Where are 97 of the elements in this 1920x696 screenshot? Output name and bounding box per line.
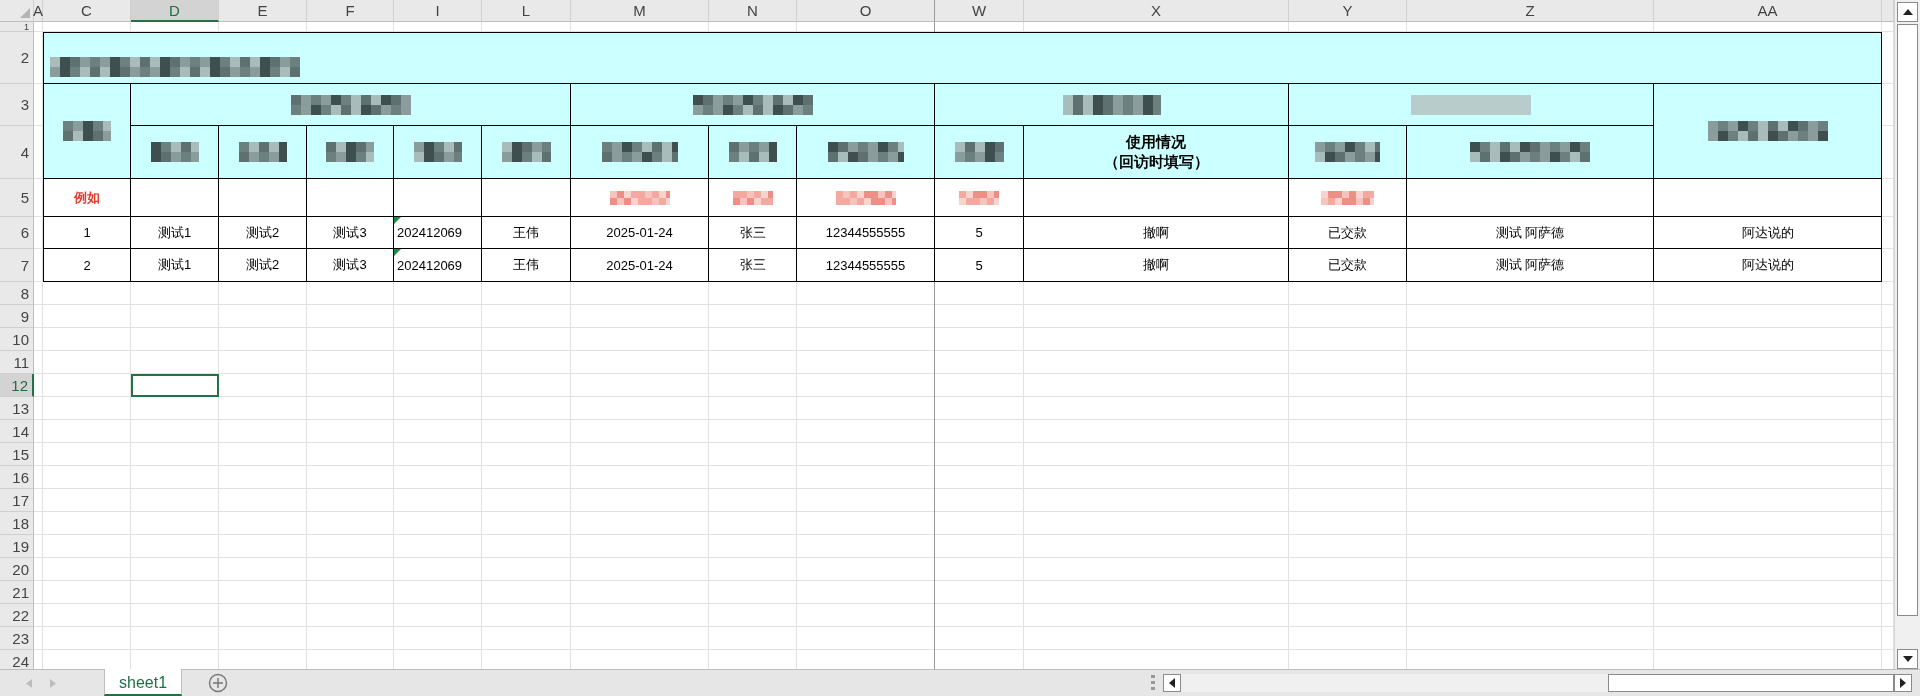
blurred-text bbox=[326, 142, 374, 162]
table-cell: 已交款 bbox=[1328, 256, 1367, 274]
column-header[interactable]: Z bbox=[1407, 0, 1654, 22]
blurred-text bbox=[1315, 142, 1380, 162]
row-header[interactable]: 20 bbox=[0, 558, 34, 581]
table-cell: 测试1 bbox=[157, 223, 192, 242]
header-text: 使用情况 bbox=[1126, 131, 1186, 152]
row-header[interactable]: 18 bbox=[0, 512, 34, 535]
column-header[interactable]: AA bbox=[1654, 0, 1882, 22]
row-header[interactable]: 10 bbox=[0, 328, 34, 351]
row-header[interactable]: 4 bbox=[0, 126, 34, 179]
blurred-text bbox=[413, 142, 462, 162]
table-cell: 王伟 bbox=[513, 256, 539, 274]
column-header[interactable]: Y bbox=[1289, 0, 1407, 22]
splitter-handle-icon[interactable] bbox=[1151, 675, 1155, 691]
row-header[interactable]: 13 bbox=[0, 397, 34, 420]
table-cell: 阿达说的 bbox=[1741, 256, 1794, 274]
column-header[interactable]: D bbox=[131, 0, 219, 22]
table-cell: 测试3 bbox=[333, 223, 367, 242]
blurred-text bbox=[1321, 190, 1374, 205]
blurred-text bbox=[63, 121, 111, 141]
sheet-tab[interactable]: sheet1 bbox=[104, 669, 183, 696]
row-header[interactable]: 19 bbox=[0, 535, 34, 558]
scroll-down-button[interactable] bbox=[1897, 649, 1918, 669]
column-header[interactable]: F bbox=[307, 0, 394, 22]
row-header[interactable]: 7 bbox=[0, 249, 34, 282]
column-header[interactable]: M bbox=[571, 0, 709, 22]
scroll-thumb[interactable] bbox=[1608, 674, 1894, 692]
row-header[interactable]: 17 bbox=[0, 489, 34, 512]
row-header[interactable]: 3 bbox=[0, 84, 34, 126]
table-cell: 阿达说的 bbox=[1741, 223, 1794, 242]
table-cell: 测试2 bbox=[245, 256, 280, 274]
row-header[interactable]: 11 bbox=[0, 351, 34, 374]
blurred-text bbox=[150, 142, 199, 162]
table-cell: 测试1 bbox=[157, 256, 192, 274]
table-cell: 测试 阿萨德 bbox=[1495, 223, 1565, 242]
table-cell: 撤啊 bbox=[1143, 256, 1169, 274]
blurred-text bbox=[728, 142, 777, 162]
table-cell: 测试 阿萨德 bbox=[1495, 256, 1565, 274]
caret-left-icon bbox=[1169, 678, 1175, 688]
scroll-left-button[interactable] bbox=[1163, 674, 1181, 692]
caret-up-icon bbox=[1902, 9, 1913, 15]
table-cell: 12344555555 bbox=[825, 225, 906, 240]
row-header[interactable]: 24 bbox=[0, 650, 34, 669]
column-header[interactable]: O bbox=[797, 0, 935, 22]
row-header[interactable]: 2 bbox=[0, 32, 34, 84]
example-label: 例如 bbox=[74, 188, 100, 207]
row-header[interactable]: 8 bbox=[0, 282, 34, 305]
column-header[interactable]: N bbox=[709, 0, 797, 22]
header-text: （回访时填写） bbox=[1103, 152, 1209, 172]
table-cell: 张三 bbox=[739, 223, 766, 242]
blurred-text bbox=[959, 190, 999, 205]
table-cell: 1 bbox=[83, 225, 91, 240]
table-cell: 5 bbox=[975, 257, 983, 273]
blurred-text bbox=[238, 142, 287, 162]
column-header[interactable]: W bbox=[935, 0, 1024, 22]
scroll-thumb[interactable] bbox=[1897, 24, 1918, 616]
table-cell: 测试3 bbox=[333, 256, 367, 274]
table-cell: 12344555555 bbox=[825, 257, 906, 273]
table-cell: 5 bbox=[975, 225, 983, 240]
scroll-right-button[interactable] bbox=[1894, 674, 1912, 692]
blurred-text bbox=[732, 190, 773, 205]
add-sheet-icon[interactable] bbox=[208, 673, 229, 693]
table-cell: 已交款 bbox=[1328, 223, 1367, 242]
row-header[interactable]: 1 bbox=[0, 22, 34, 32]
table-cell: 测试2 bbox=[245, 223, 280, 242]
column-header[interactable]: C bbox=[43, 0, 131, 22]
column-header[interactable]: E bbox=[219, 0, 307, 22]
table-cell: 2025-01-24 bbox=[606, 257, 673, 273]
table-cell: 王伟 bbox=[513, 223, 539, 242]
caret-right-icon bbox=[1900, 678, 1906, 688]
column-header[interactable]: X bbox=[1024, 0, 1289, 22]
row-header[interactable]: 12 bbox=[0, 374, 34, 397]
table-cell: 2025-01-24 bbox=[606, 225, 673, 240]
row-header[interactable]: 5 bbox=[0, 179, 34, 217]
blurred-text bbox=[954, 142, 1004, 162]
row-header[interactable]: 6 bbox=[0, 217, 34, 249]
row-header[interactable]: 21 bbox=[0, 581, 34, 604]
row-header[interactable]: 15 bbox=[0, 443, 34, 466]
table-cell: 202412069 bbox=[397, 257, 463, 273]
selected-cell[interactable] bbox=[131, 374, 219, 397]
column-header[interactable]: L bbox=[482, 0, 571, 22]
row-header[interactable]: 16 bbox=[0, 466, 34, 489]
row-header[interactable]: 22 bbox=[0, 604, 34, 627]
table-cell: 2 bbox=[83, 257, 91, 273]
row-header[interactable]: 9 bbox=[0, 305, 34, 328]
table-cell: 张三 bbox=[739, 256, 766, 274]
column-header[interactable]: I bbox=[394, 0, 482, 22]
table-cell: 202412069 bbox=[397, 225, 463, 240]
blurred-text bbox=[835, 190, 896, 205]
blurred-text bbox=[501, 142, 551, 162]
row-header[interactable]: 14 bbox=[0, 420, 34, 443]
caret-down-icon bbox=[1902, 656, 1913, 662]
table-cell: 撤啊 bbox=[1143, 223, 1169, 242]
scroll-up-button[interactable] bbox=[1897, 2, 1918, 22]
blurred-text bbox=[609, 190, 670, 205]
row-header[interactable]: 23 bbox=[0, 627, 34, 650]
